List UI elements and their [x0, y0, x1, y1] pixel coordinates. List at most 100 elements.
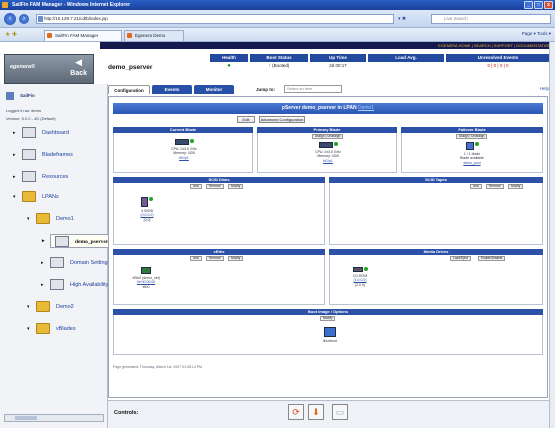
expand-triangle-icon[interactable]: ▸: [42, 235, 45, 249]
expand-triangle-icon[interactable]: ▸: [41, 278, 44, 292]
blade-icon: [318, 142, 333, 148]
help-link[interactable]: Help: [540, 86, 549, 91]
sidebar-item-lpans[interactable]: ▾ LPANs: [13, 190, 59, 204]
events-value[interactable]: 0 | 0 | 0 | 0: [446, 63, 550, 68]
health-dot-icon: [333, 142, 338, 146]
refresh-stop-buttons[interactable]: ▾ ✖: [398, 14, 426, 24]
forward-arrow-icon[interactable]: ›: [19, 14, 29, 24]
back-arrow-icon[interactable]: ‹: [4, 13, 16, 25]
blade-icon: [174, 139, 189, 145]
current-blade-body: CPU: 2x3.0 GHz Memory: 4GB bf1\p1: [113, 133, 253, 173]
blade-pool-icon: [465, 142, 474, 150]
enable-disable-button[interactable]: Enable/Disable: [478, 256, 506, 261]
expand-triangle-icon[interactable]: ▸: [13, 126, 16, 140]
sidebar-item-high-availability[interactable]: ▸ High Availability: [41, 278, 108, 292]
node-icon: [55, 236, 69, 248]
load-avg-header: Load Avg.: [368, 54, 444, 62]
expand-triangle-icon[interactable]: ▸: [41, 256, 44, 270]
page-scrollbar[interactable]: [549, 42, 555, 428]
boot-modify-button[interactable]: Modify: [320, 316, 336, 321]
sidebar-item-demo2[interactable]: ▾ Demo2: [27, 300, 74, 314]
tab-configuration[interactable]: Configuration: [108, 85, 150, 94]
failover-assign-button[interactable]: Assign | Unassign: [456, 134, 488, 139]
login-info: Logged in as: demo: [6, 108, 42, 113]
boot-image-item[interactable]: linuxboot: [310, 327, 350, 343]
boot-image-body: Modify linuxboot: [113, 315, 543, 355]
veths-body: Add Remove Modify vEth0 (demo_net) 0e:00…: [113, 255, 325, 305]
top-links[interactable]: EGENERA HOME | SEARCH | SUPPORT | DOCUME…: [438, 42, 551, 49]
sidebar-item-demo1[interactable]: ▾ Demo1: [27, 212, 74, 226]
sidebar: SailFin Logged in as: demo Version: 5.2.…: [0, 84, 114, 428]
uptime-header: Up Time: [310, 54, 366, 62]
folder-icon: [36, 301, 50, 313]
minimize-button[interactable]: _: [524, 1, 533, 9]
scsi-disk-add-button[interactable]: Add: [190, 184, 202, 189]
maximize-button[interactable]: □: [534, 1, 543, 9]
edit-button[interactable]: Edit: [237, 116, 255, 123]
failover-blade-item: 1 / 1 blade Blade available demo_pool: [448, 142, 496, 165]
folder-icon: [36, 323, 50, 335]
advanced-config-button[interactable]: Advanced Configuration: [259, 116, 305, 123]
ie-app-icon: [2, 2, 8, 8]
console-icon[interactable]: ▭: [332, 404, 348, 420]
primary-blade-link[interactable]: bf1\p1: [323, 159, 333, 163]
sidebar-scrollbar[interactable]: [4, 414, 104, 422]
controls-label: Controls:: [114, 410, 139, 416]
tab-monitor[interactable]: Monitor: [194, 85, 234, 94]
sidebar-item-dashboard[interactable]: ▸ Dashboard: [13, 126, 69, 140]
node-icon: [22, 171, 36, 183]
expand-triangle-icon[interactable]: ▾: [27, 212, 30, 226]
tab-favicon: [127, 33, 132, 38]
tab-egenera-demo[interactable]: Egenera Demo: [124, 30, 184, 41]
expand-triangle-icon[interactable]: ▸: [13, 148, 16, 162]
back-button[interactable]: egenera® ◀ Back: [4, 54, 94, 84]
media-drive-item[interactable]: CD-ROM (1,0,0,0) [2,0,0]: [340, 267, 380, 287]
lpan-link[interactable]: Demo1: [358, 105, 374, 111]
url-input[interactable]: http://10.129.7.21/cdtb/index.jsp: [36, 14, 394, 24]
shutdown-arrow-icon[interactable]: ⬇: [308, 404, 324, 420]
folder-icon: [22, 191, 36, 203]
failover-pool-link[interactable]: demo_pool: [463, 161, 480, 165]
scsi-tape-modify-button[interactable]: Modify: [508, 184, 524, 189]
expand-triangle-icon[interactable]: ▾: [27, 300, 30, 314]
tab-events[interactable]: Events: [152, 85, 192, 94]
sidebar-item-resources[interactable]: ▸ Resources: [13, 170, 68, 184]
search-input[interactable]: Live Search: [431, 14, 551, 24]
scsi-disk-remove-button[interactable]: Remove: [206, 184, 224, 189]
jump-select[interactable]: Select an item: [284, 85, 342, 93]
command-bar[interactable]: Page ▾ Tools ▾: [522, 31, 551, 37]
expand-triangle-icon[interactable]: ▾: [13, 190, 16, 204]
host-title: demo_pserver: [108, 64, 153, 71]
subtabs: Configuration Events Monitor Jump to: Se…: [108, 84, 555, 94]
scsi-tape-add-button[interactable]: Add: [470, 184, 482, 189]
veth-remove-button[interactable]: Remove: [206, 256, 224, 261]
scsi-tape-remove-button[interactable]: Remove: [486, 184, 504, 189]
veth-modify-button[interactable]: Modify: [228, 256, 244, 261]
egenera-logo: egenera®: [10, 64, 36, 70]
load-eject-button[interactable]: Load/Eject: [450, 256, 472, 261]
tab-sailfin[interactable]: SailFin FAM Manager: [44, 30, 122, 41]
scrollbar-thumb[interactable]: [15, 416, 37, 420]
sidebar-item-demo-pserver[interactable]: ▸ demo_pserver: [42, 234, 114, 248]
boot-status-value: ↑ (Booted): [268, 63, 290, 68]
current-blade-link[interactable]: bf1\p1: [179, 156, 189, 160]
expand-triangle-icon[interactable]: ▾: [27, 322, 30, 336]
expand-triangle-icon[interactable]: ▸: [13, 170, 16, 184]
node-icon: [50, 279, 64, 291]
restart-icon[interactable]: ⟳: [288, 404, 304, 420]
scsi-tapes-body: Add Remove Modify: [329, 183, 543, 245]
scsi-disk-item[interactable]: 4.00GB (0,0,0,0) [0,0]: [132, 197, 162, 222]
sidebar-item-bladeframes[interactable]: ▸ Bladeframes: [13, 148, 73, 162]
veth-item[interactable]: vEth0 (demo_net) 0e:00:00:00 eth0: [122, 267, 170, 289]
primary-blade-item: CPU: 2x3.0 GHz Memory: 4GB bf1\p1: [304, 142, 352, 163]
sidebar-item-vblades[interactable]: ▾ vBlades: [27, 322, 76, 336]
scsi-disk-modify-button[interactable]: Modify: [228, 184, 244, 189]
top-nav-strip: EGENERA HOME | SEARCH | SUPPORT | DOCUME…: [100, 42, 555, 49]
close-button[interactable]: x: [544, 1, 553, 9]
page-icon: [38, 16, 43, 22]
primary-assign-button[interactable]: Assign | Unassign: [312, 134, 344, 139]
scsi-disks-body: Add Remove Modify 4.00GB (0,0,0,0) [0,0]: [113, 183, 325, 245]
favorites-star-icon[interactable]: ★ ✚: [5, 31, 17, 38]
veth-add-button[interactable]: Add: [190, 256, 202, 261]
sidebar-item-domain-settings[interactable]: ▸ Domain Settings: [41, 256, 110, 270]
